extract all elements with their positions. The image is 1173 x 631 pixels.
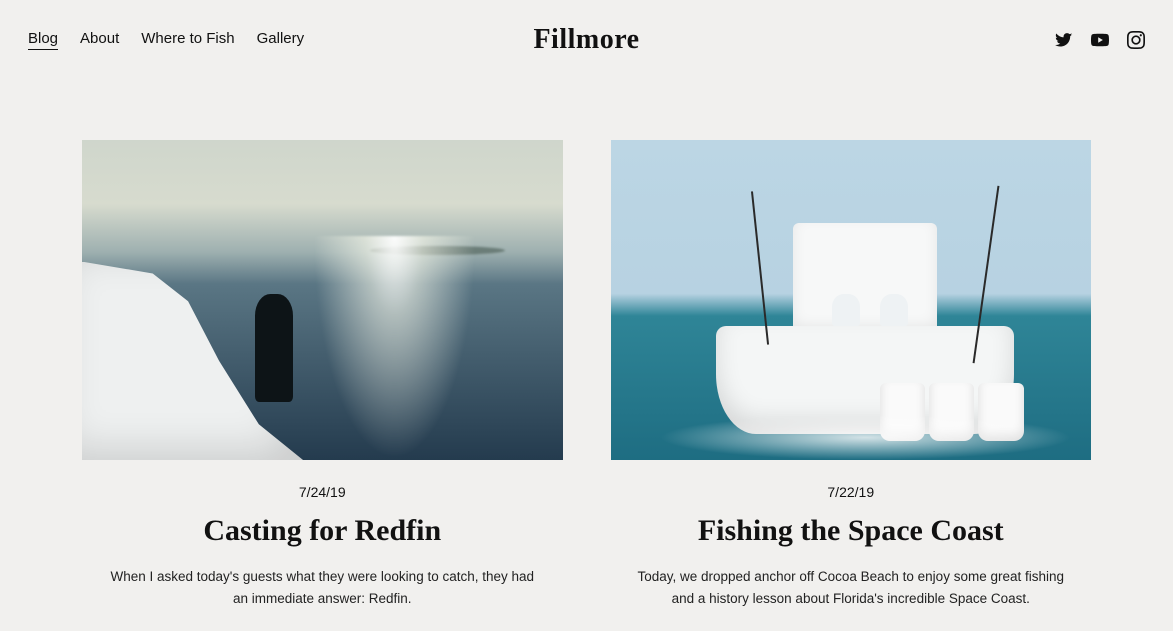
post-excerpt: Today, we dropped anchor off Cocoa Beach…: [636, 566, 1066, 609]
post-card: 7/22/19 Fishing the Space Coast Today, w…: [611, 140, 1092, 609]
post-title[interactable]: Fishing the Space Coast: [698, 514, 1004, 548]
post-card: 7/24/19 Casting for Redfin When I asked …: [82, 140, 563, 609]
site-header: Blog About Where to Fish Gallery Fillmor…: [0, 0, 1173, 80]
twitter-icon[interactable]: [1055, 31, 1073, 49]
post-date: 7/22/19: [827, 484, 874, 500]
post-excerpt: When I asked today's guests what they we…: [107, 566, 537, 609]
nav-link-blog[interactable]: Blog: [28, 30, 58, 50]
blog-grid: 7/24/19 Casting for Redfin When I asked …: [0, 80, 1173, 609]
instagram-icon[interactable]: [1127, 31, 1145, 49]
post-title[interactable]: Casting for Redfin: [203, 514, 441, 548]
primary-nav: Blog About Where to Fish Gallery: [28, 30, 304, 50]
social-links: [1055, 31, 1145, 49]
nav-link-gallery[interactable]: Gallery: [257, 30, 305, 50]
nav-link-about[interactable]: About: [80, 30, 119, 50]
site-title[interactable]: Fillmore: [533, 24, 639, 56]
post-thumbnail[interactable]: [82, 140, 563, 460]
post-date: 7/24/19: [299, 484, 346, 500]
post-thumbnail[interactable]: [611, 140, 1092, 460]
youtube-icon[interactable]: [1091, 31, 1109, 49]
nav-link-where-to-fish[interactable]: Where to Fish: [141, 30, 234, 50]
